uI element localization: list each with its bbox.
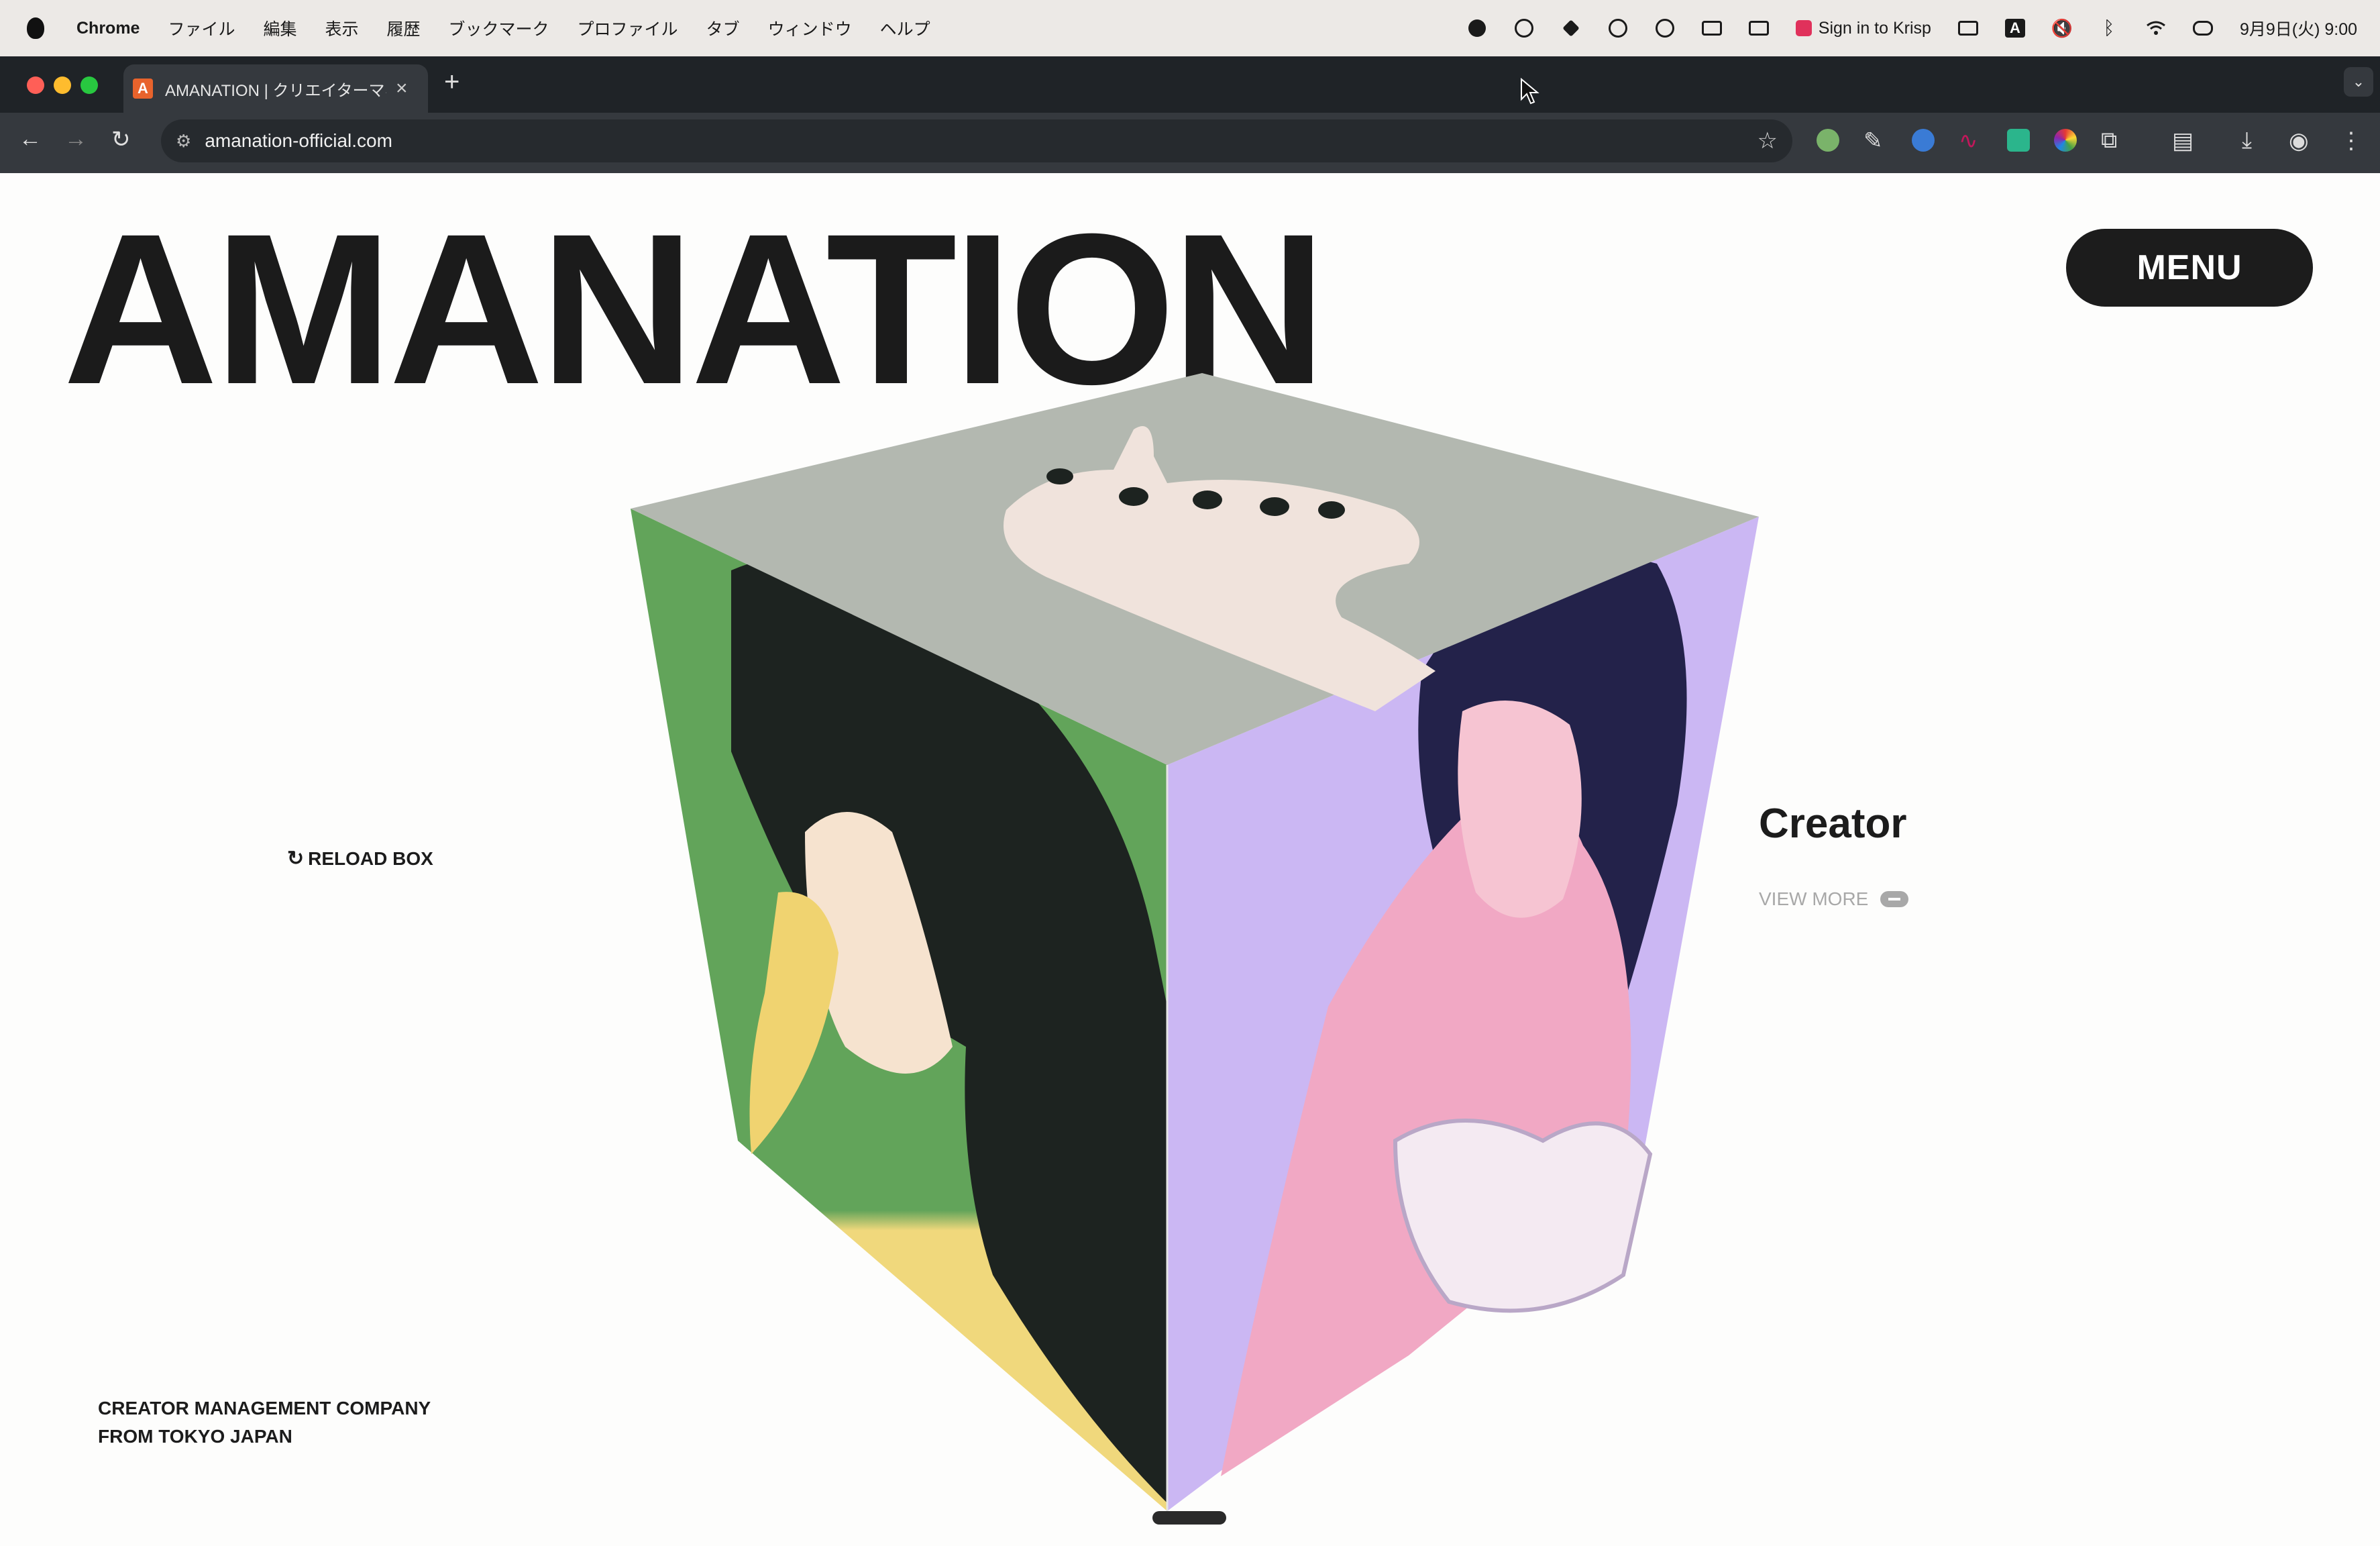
reload-box-button[interactable]: ↻ RELOAD BOX	[287, 847, 433, 870]
top-artwork-nail-4	[1318, 501, 1345, 519]
tagline-line-2: FROM TOKYO JAPAN	[98, 1426, 292, 1447]
arrow-pill-icon	[1880, 891, 1909, 907]
tagline-line-1: CREATOR MANAGEMENT COMPANY	[98, 1398, 431, 1419]
right-artwork-lingerie	[1393, 1119, 1653, 1313]
artwork-cube[interactable]	[0, 0, 2380, 1546]
top-artwork-nail-3	[1260, 497, 1289, 516]
reload-box-label: RELOAD BOX	[308, 847, 433, 869]
top-artwork-nail-2	[1193, 491, 1222, 509]
company-tagline: CREATOR MANAGEMENT COMPANY FROM TOKYO JA…	[98, 1394, 431, 1451]
right-artwork-face	[1458, 701, 1582, 918]
view-more-label: VIEW MORE	[1759, 888, 1869, 909]
top-artwork-nail-5	[1046, 468, 1073, 484]
top-artwork-nail-1	[1119, 487, 1148, 506]
scroll-indicator[interactable]	[1152, 1511, 1226, 1525]
section-title: Creator	[1759, 801, 1907, 847]
view-more-link[interactable]: VIEW MORE	[1759, 888, 1909, 910]
mouse-cursor-icon	[1521, 78, 1539, 105]
reload-icon: ↻	[287, 847, 305, 870]
